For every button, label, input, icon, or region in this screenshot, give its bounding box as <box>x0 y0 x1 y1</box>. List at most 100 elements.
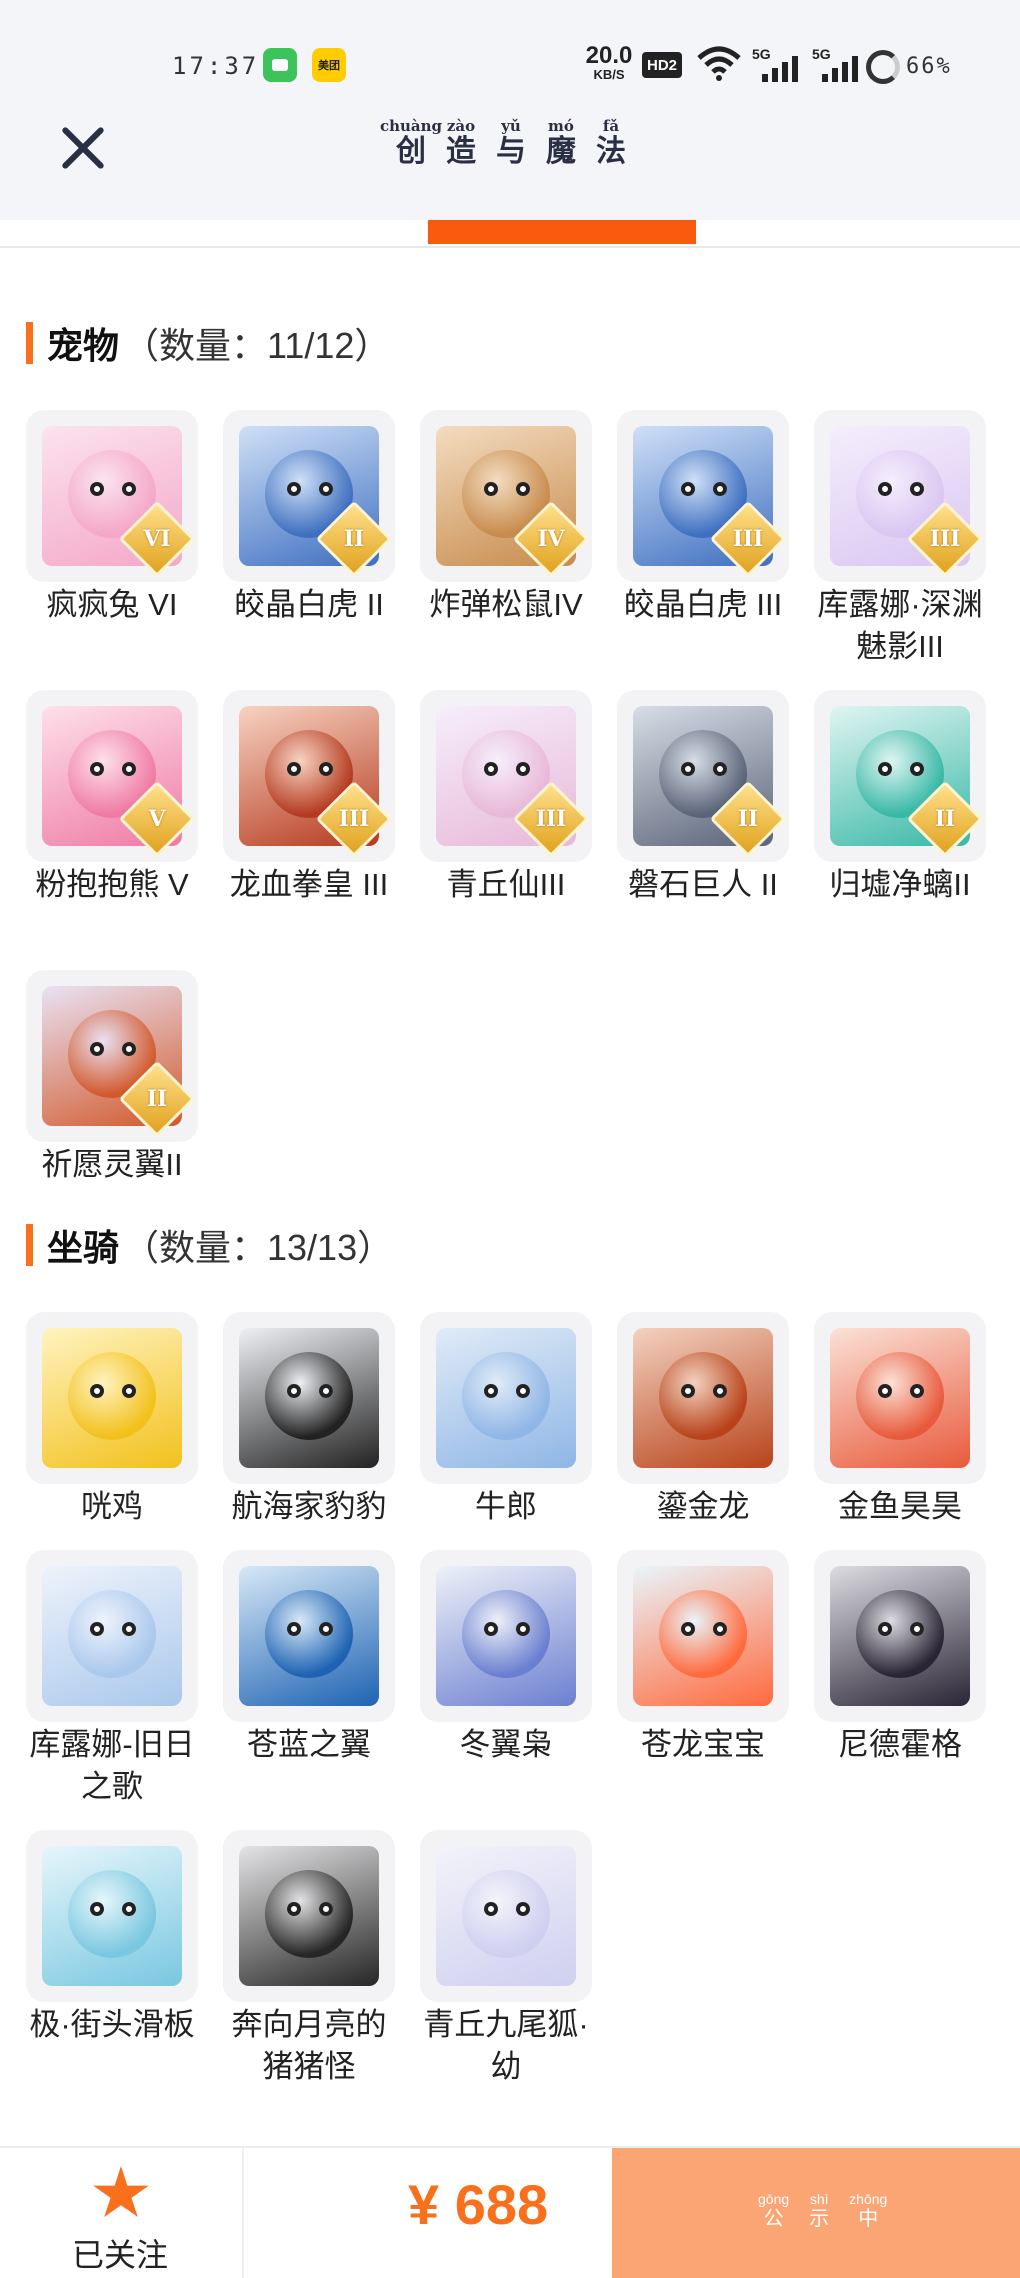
mounts-item[interactable]: 苍龙宝宝 <box>617 1550 789 1766</box>
follow-button[interactable]: 已关注 <box>0 2148 240 2278</box>
level-badge-text: II <box>343 526 365 552</box>
pets-thumbnail: III <box>223 690 395 862</box>
mounts-image <box>633 1566 773 1706</box>
pets-thumbnail: II <box>223 410 395 582</box>
section-count: （数量：13/13） <box>123 1227 394 1268</box>
pets-item[interactable]: II 归墟净螭II <box>814 690 986 906</box>
pets-name: 青丘仙III <box>446 867 566 902</box>
pets-item[interactable]: III 青丘仙III <box>420 690 592 906</box>
pets-name: 粉抱抱熊 V <box>35 867 189 902</box>
level-badge-text: II <box>934 806 956 832</box>
divider <box>242 2148 244 2278</box>
mounts-name: 青丘九尾狐·幼 <box>423 2007 589 2084</box>
publicity-char: 公 <box>763 2208 784 2231</box>
mounts-item[interactable]: 苍蓝之翼 <box>223 1550 395 1766</box>
mounts-item[interactable]: 鎏金龙 <box>617 1312 789 1528</box>
section-title: 宠物 <box>47 325 120 366</box>
publicity-char: 示 <box>809 2208 830 2231</box>
mounts-thumbnail <box>814 1550 986 1722</box>
pets-item[interactable]: III 皎晶白虎 III <box>617 410 789 626</box>
divider <box>0 246 1020 248</box>
mounts-section-header: 坐骑 （数量：13/13） <box>26 1222 393 1268</box>
pets-thumbnail: II <box>26 970 198 1142</box>
mounts-item[interactable]: 极·街头滑板 <box>26 1830 198 2046</box>
title-char: 创 <box>396 133 426 169</box>
battery-percent: 66% <box>906 54 952 79</box>
price: ¥ 688 <box>408 2173 549 2236</box>
mounts-thumbnail <box>26 1550 198 1722</box>
hd-icon: HD2 <box>642 52 682 78</box>
mounts-image <box>436 1846 576 1986</box>
mounts-name: 鎏金龙 <box>656 1489 750 1524</box>
mounts-image <box>830 1566 970 1706</box>
pets-item[interactable]: II 祈愿灵翼II <box>26 970 198 1186</box>
pets-thumbnail: III <box>617 410 789 582</box>
mounts-thumbnail <box>814 1312 986 1484</box>
pets-thumbnail: V <box>26 690 198 862</box>
title-pinyin: yǔ <box>501 117 521 135</box>
pets-thumbnail: II <box>617 690 789 862</box>
mounts-thumbnail <box>420 1550 592 1722</box>
page-title: chuàng 创 zào 造 yǔ 与 mó 魔 fǎ 法 <box>380 117 628 169</box>
mounts-thumbnail <box>223 1830 395 2002</box>
title-pinyin: fǎ <box>602 117 620 135</box>
pets-name: 皎晶白虎 III <box>623 587 783 622</box>
pets-thumbnail: VI <box>26 410 198 582</box>
mounts-item[interactable]: 咣鸡 <box>26 1312 198 1528</box>
pets-item[interactable]: II 皎晶白虎 II <box>223 410 395 626</box>
status-time: 17:37 <box>172 52 260 80</box>
title-char: 法 <box>596 133 626 169</box>
mounts-name: 苍蓝之翼 <box>247 1727 371 1762</box>
section-accent-bar <box>26 1224 33 1266</box>
mounts-thumbnail <box>223 1312 395 1484</box>
mounts-image <box>239 1328 379 1468</box>
message-icon <box>263 48 297 82</box>
pets-item[interactable]: V 粉抱抱熊 V <box>26 690 198 906</box>
signal-icon: 5G <box>812 46 862 82</box>
level-badge-text: IV <box>537 526 565 552</box>
signal-icon: 5G <box>752 46 802 82</box>
pets-item[interactable]: III 库露娜·深渊魅影III <box>814 410 986 668</box>
pets-item[interactable]: III 龙血拳皇 III <box>223 690 395 906</box>
mounts-name: 航海家豹豹 <box>231 1489 387 1524</box>
title-pinyin: zào <box>446 117 476 135</box>
pets-thumbnail: III <box>420 690 592 862</box>
mounts-item[interactable]: 金鱼昊昊 <box>814 1312 986 1528</box>
pets-item[interactable]: II 磐石巨人 II <box>617 690 789 906</box>
publicity-char: 中 <box>858 2208 879 2231</box>
mounts-item[interactable]: 青丘九尾狐·幼 <box>420 1830 592 2088</box>
star-icon <box>93 2166 149 2217</box>
follow-label: 已关注 <box>71 2237 168 2273</box>
pets-name: 炸弹松鼠IV <box>429 587 583 622</box>
publicity-button[interactable]: gōng 公 shì 示 zhōng 中 <box>612 2148 1020 2278</box>
mounts-item[interactable]: 牛郎 <box>420 1312 592 1528</box>
section-count: （数量：11/12） <box>123 325 391 366</box>
close-button[interactable] <box>58 122 110 174</box>
mounts-image <box>436 1328 576 1468</box>
level-badge-text: II <box>737 806 759 832</box>
mounts-name: 尼德霍格 <box>838 1727 962 1762</box>
mounts-item[interactable]: 航海家豹豹 <box>223 1312 395 1528</box>
bottom-bar: 已关注 ¥ 688 gōng 公 shì 示 zhōng 中 <box>0 2146 1020 2278</box>
mounts-item[interactable]: 奔向月亮的猪猪怪 <box>223 1830 395 2088</box>
pets-item[interactable]: VI 疯疯兔 VI <box>26 410 198 626</box>
pets-name: 龙血拳皇 III <box>229 867 389 902</box>
mounts-thumbnail <box>617 1550 789 1722</box>
pets-name: 祈愿灵翼II <box>41 1147 183 1182</box>
level-badge-text: III <box>929 526 961 552</box>
mounts-name: 咣鸡 <box>81 1489 143 1524</box>
mounts-image <box>633 1328 773 1468</box>
title-char: 造 <box>446 133 476 169</box>
pets-name: 磐石巨人 II <box>628 867 778 902</box>
title-pinyin: mó <box>548 117 574 135</box>
mounts-thumbnail <box>26 1312 198 1484</box>
mounts-image <box>42 1846 182 1986</box>
mounts-image <box>239 1846 379 1986</box>
mounts-image <box>42 1328 182 1468</box>
pets-name: 归墟净螭II <box>829 867 971 902</box>
mounts-item[interactable]: 尼德霍格 <box>814 1550 986 1766</box>
battery-icon <box>866 50 900 84</box>
mounts-item[interactable]: 库露娜-旧日之歌 <box>26 1550 198 1808</box>
pets-item[interactable]: IV 炸弹松鼠IV <box>420 410 592 626</box>
mounts-item[interactable]: 冬翼枭 <box>420 1550 592 1766</box>
